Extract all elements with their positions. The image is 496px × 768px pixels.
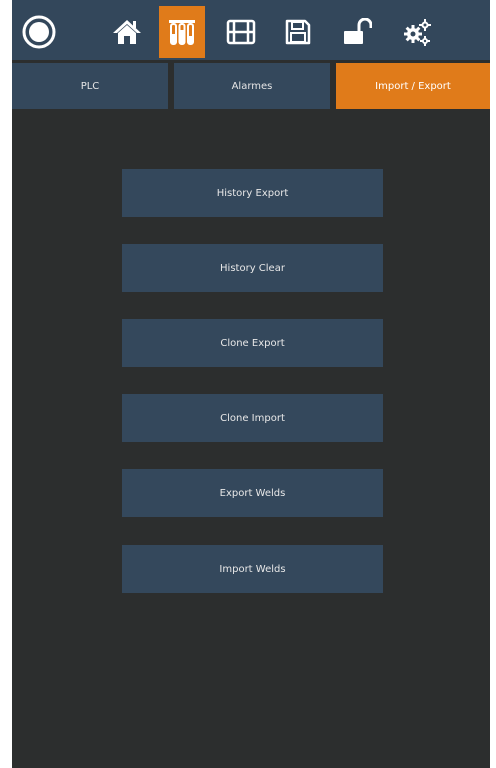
clone-export-label: Clone Export xyxy=(220,337,285,349)
gears-icon xyxy=(404,19,431,46)
import-welds-button[interactable]: Import Welds xyxy=(122,545,383,593)
film-icon xyxy=(226,19,256,45)
tab-import-export[interactable]: Import / Export xyxy=(336,63,490,109)
clone-import-label: Clone Import xyxy=(220,412,285,424)
tab-bar: PLC Alarmes Import / Export xyxy=(12,63,490,109)
app-screen: PLC Alarmes Import / Export History Expo… xyxy=(12,0,490,768)
toolbar-save-button[interactable] xyxy=(275,6,321,58)
vials-icon xyxy=(169,20,195,45)
export-welds-button[interactable]: Export Welds xyxy=(122,469,383,517)
toolbar-home-button[interactable] xyxy=(104,6,150,58)
unlock-icon xyxy=(344,18,372,44)
tab-alarmes[interactable]: Alarmes xyxy=(174,63,330,109)
top-toolbar xyxy=(12,0,490,60)
toolbar-vials-button[interactable] xyxy=(159,6,205,58)
tab-plc[interactable]: PLC xyxy=(12,63,168,109)
tab-import-export-label: Import / Export xyxy=(375,80,451,92)
history-clear-label: History Clear xyxy=(220,262,285,274)
toolbar-unlock-button[interactable] xyxy=(334,6,380,58)
export-welds-label: Export Welds xyxy=(219,487,286,499)
home-icon xyxy=(113,20,141,44)
toolbar-film-button[interactable] xyxy=(218,6,264,58)
history-clear-button[interactable]: History Clear xyxy=(122,244,383,292)
import-welds-label: Import Welds xyxy=(219,563,286,575)
clone-export-button[interactable]: Clone Export xyxy=(122,319,383,367)
tab-alarmes-label: Alarmes xyxy=(231,80,273,92)
toolbar-settings-button[interactable] xyxy=(394,6,440,58)
clone-import-button[interactable]: Clone Import xyxy=(122,394,383,442)
toolbar-record-button[interactable] xyxy=(16,6,62,58)
record-circle-icon xyxy=(22,15,56,49)
tab-plc-label: PLC xyxy=(80,80,100,92)
save-icon xyxy=(285,19,311,45)
history-export-label: History Export xyxy=(216,187,289,199)
history-export-button[interactable]: History Export xyxy=(122,169,383,217)
